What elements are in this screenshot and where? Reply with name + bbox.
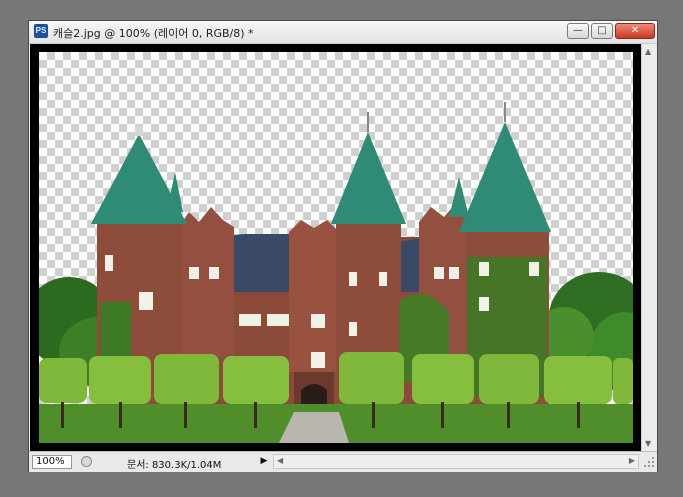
close-icon: ✕ <box>630 25 640 36</box>
zoom-level-field[interactable]: 100% <box>32 455 72 469</box>
close-button[interactable]: ✕ <box>615 23 655 39</box>
scroll-up-icon[interactable]: ▲ <box>645 47 651 56</box>
document-image[interactable] <box>39 52 633 443</box>
maximize-button[interactable]: □ <box>591 23 613 39</box>
resize-grip-icon[interactable] <box>643 456 655 468</box>
horizontal-scrollbar[interactable]: ◀ ▶ <box>273 454 639 469</box>
status-menu-arrow-icon[interactable]: ▶ <box>257 454 271 469</box>
scroll-down-icon[interactable]: ▼ <box>645 439 651 448</box>
scroll-right-icon[interactable]: ▶ <box>629 456 635 465</box>
minimize-icon: — <box>573 25 583 36</box>
canvas-area[interactable] <box>30 44 641 451</box>
status-bar: 100% 문서: 830.3K/1.04M ▶ ◀ ▶ <box>29 451 657 472</box>
maximize-icon: □ <box>597 25 607 36</box>
document-title: 캐슬2.jpg @ 100% (레이어 0, RGB/8) * <box>53 27 254 40</box>
scroll-left-icon[interactable]: ◀ <box>277 456 283 465</box>
vertical-scrollbar[interactable]: ▲ ▼ <box>641 44 657 451</box>
document-window: PS 캐슬2.jpg @ 100% (레이어 0, RGB/8) * — □ ✕ <box>28 20 658 472</box>
photoshop-icon: PS <box>34 24 48 38</box>
title-bar[interactable]: PS 캐슬2.jpg @ 100% (레이어 0, RGB/8) * — □ ✕ <box>29 21 657 44</box>
small-spire <box>449 177 469 217</box>
status-info-icon[interactable] <box>81 456 92 467</box>
document-size-info: 문서: 830.3K/1.04M <box>127 460 222 471</box>
castle-photo <box>39 102 633 443</box>
minimize-button[interactable]: — <box>567 23 589 39</box>
